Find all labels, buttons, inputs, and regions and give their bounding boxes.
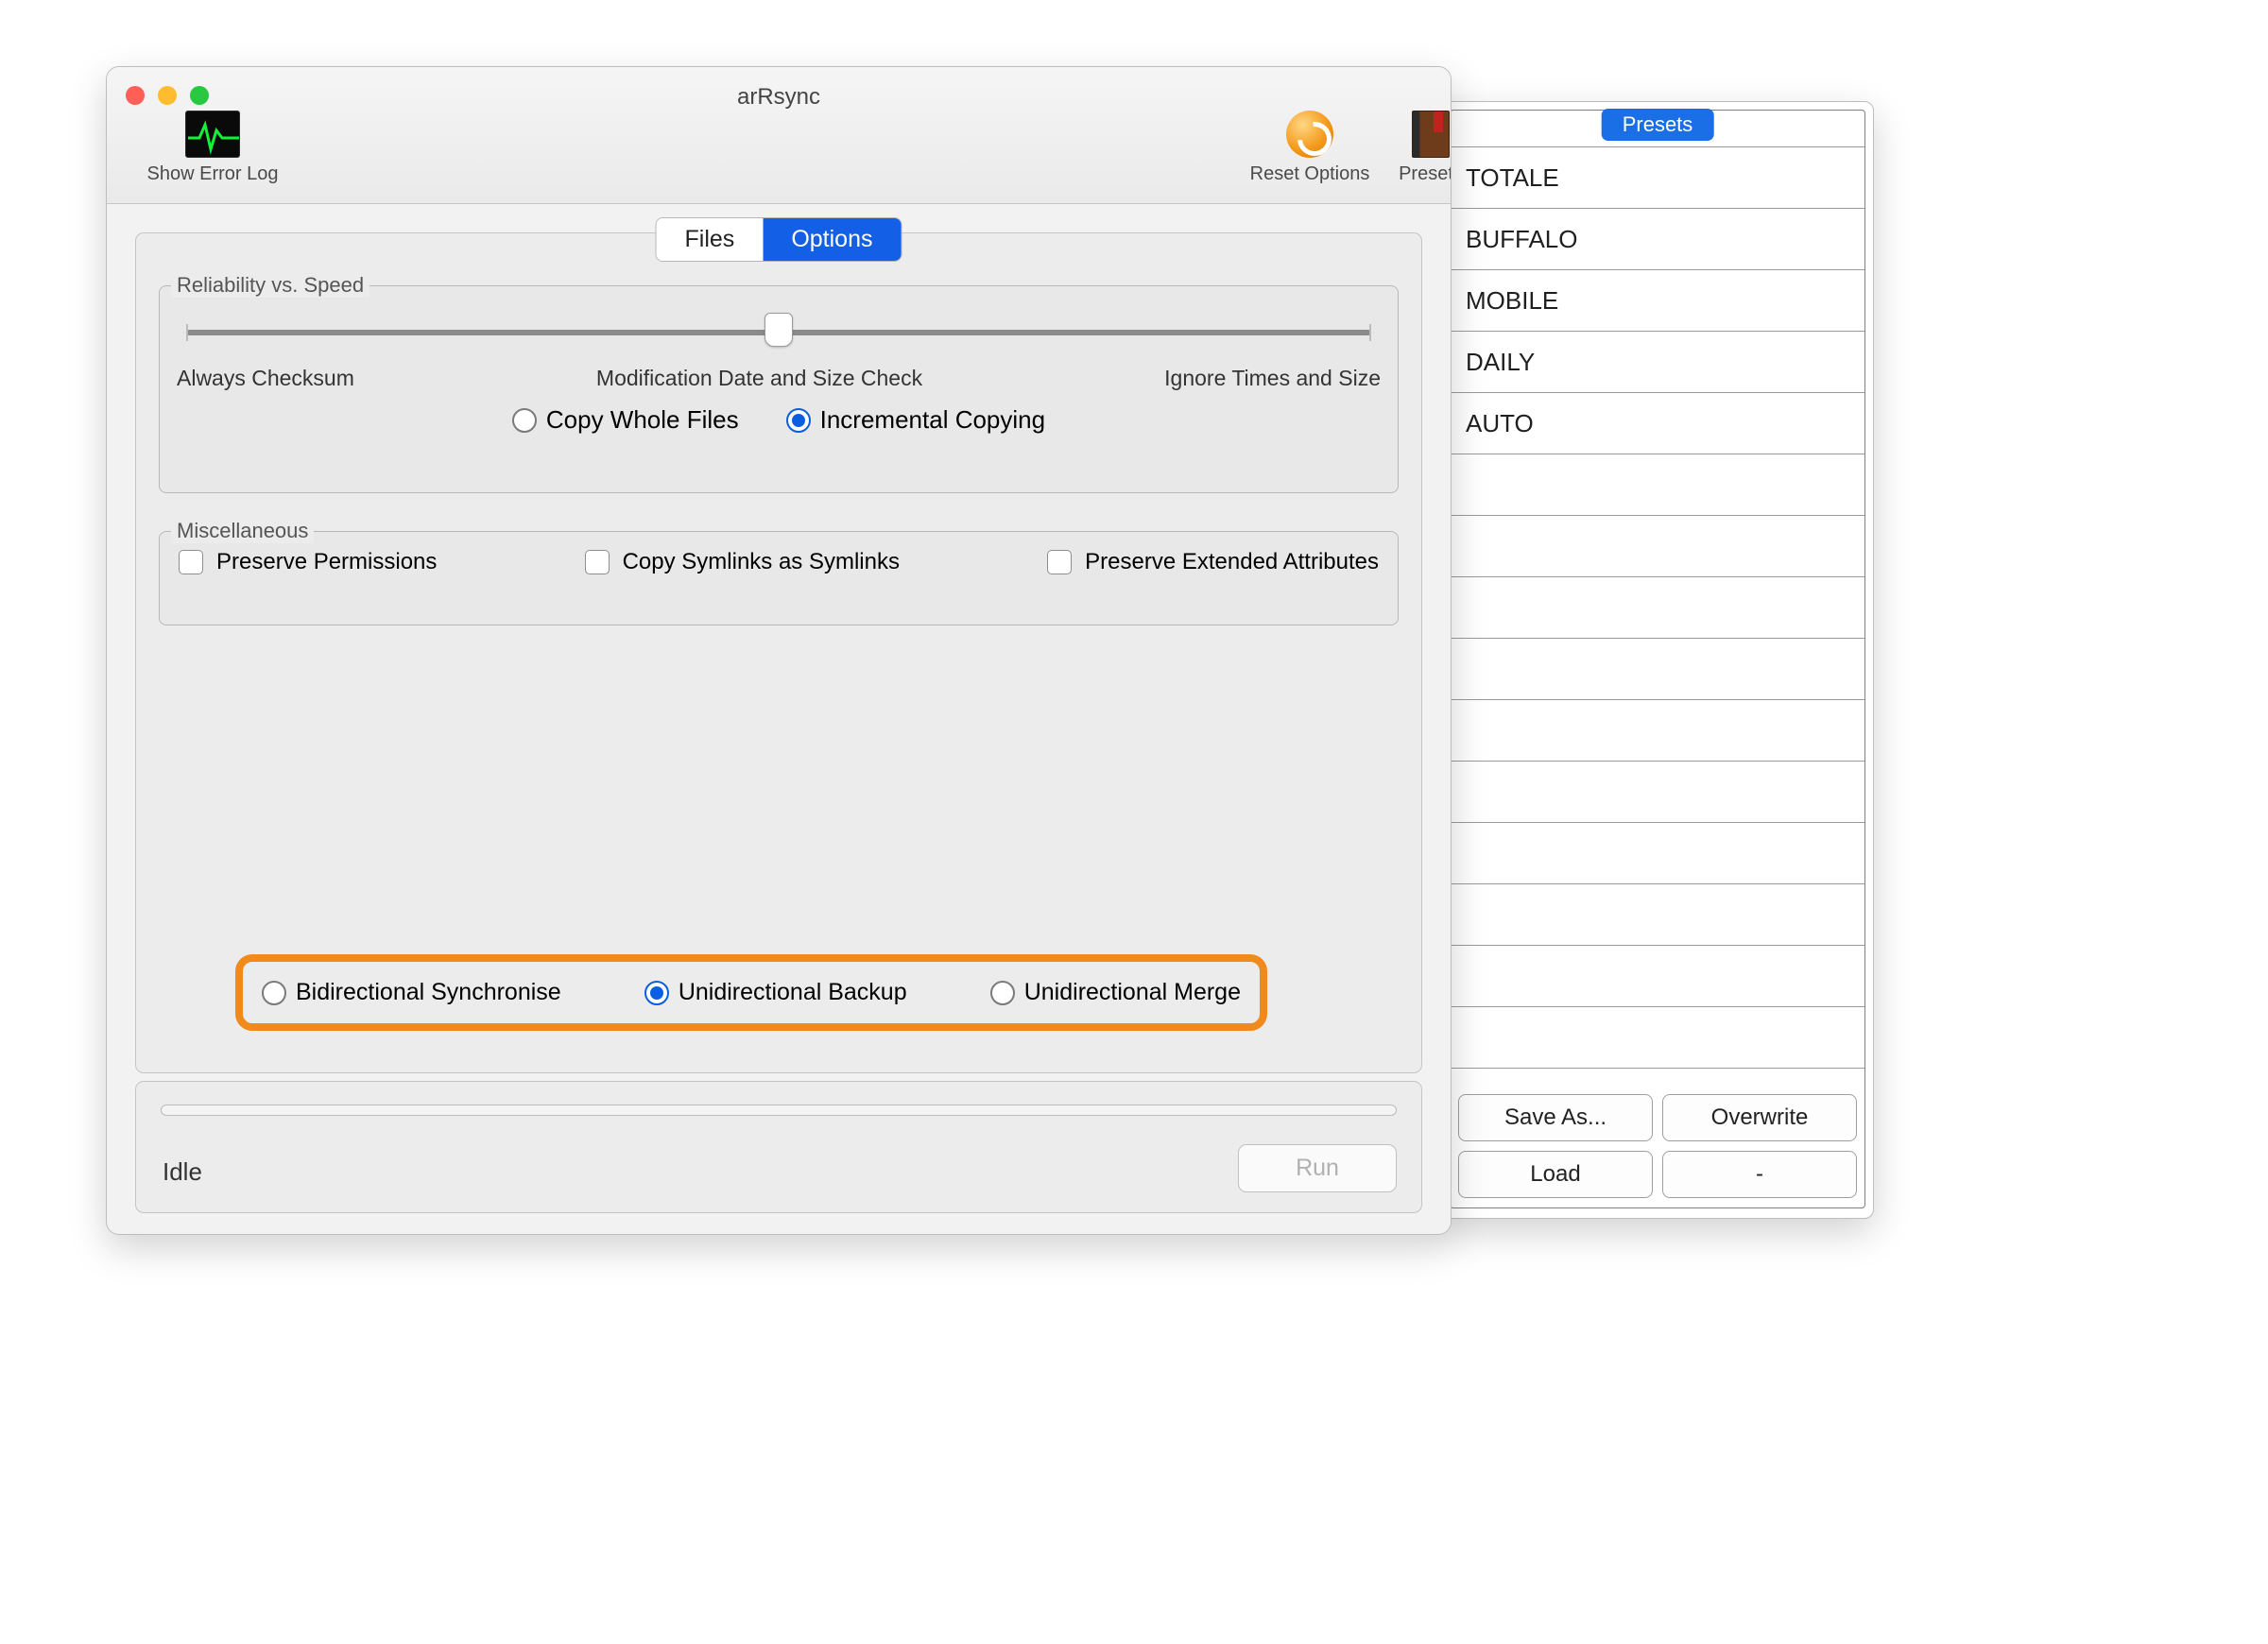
preset-item[interactable] xyxy=(1451,884,1864,946)
delete-button[interactable]: - xyxy=(1662,1151,1857,1198)
preset-item[interactable] xyxy=(1451,454,1864,516)
preset-item[interactable] xyxy=(1451,639,1864,700)
preset-item[interactable]: MOBILE xyxy=(1451,270,1864,332)
presets-panel-title: Presets xyxy=(1602,109,1714,141)
check-copy-symlinks[interactable]: Copy Symlinks as Symlinks xyxy=(585,549,900,575)
preset-item[interactable] xyxy=(1451,516,1864,577)
preset-item[interactable]: TOTALE xyxy=(1451,147,1864,209)
tab-options[interactable]: Options xyxy=(763,218,901,261)
progress-bar xyxy=(161,1105,1397,1116)
reset-options-button[interactable]: Reset Options xyxy=(1229,111,1390,185)
save-as-button[interactable]: Save As... xyxy=(1458,1094,1653,1141)
tab-files[interactable]: Files xyxy=(657,218,764,261)
preset-item[interactable]: BUFFALO xyxy=(1451,209,1864,270)
misc-legend: Miscellaneous xyxy=(171,519,314,543)
slider-label-right: Ignore Times and Size xyxy=(1164,366,1381,391)
presets-button[interactable]: Presets xyxy=(1379,111,1452,185)
reset-icon xyxy=(1286,111,1333,158)
radio-unidirectional-backup[interactable]: Unidirectional Backup xyxy=(644,979,907,1006)
heartbeat-icon xyxy=(185,111,240,158)
radio-bidirectional[interactable]: Bidirectional Synchronise xyxy=(262,979,561,1006)
preset-item[interactable] xyxy=(1451,577,1864,639)
book-icon xyxy=(1412,111,1450,158)
slider-label-left: Always Checksum xyxy=(177,366,354,391)
radio-unidirectional-merge[interactable]: Unidirectional Merge xyxy=(990,979,1241,1006)
preset-item[interactable] xyxy=(1451,762,1864,823)
tab-strip: Files Options xyxy=(656,217,902,262)
slider-label-mid: Modification Date and Size Check xyxy=(596,366,922,391)
preset-item[interactable] xyxy=(1451,1007,1864,1069)
show-error-log-button[interactable]: Show Error Log xyxy=(118,111,307,185)
load-button[interactable]: Load xyxy=(1458,1151,1653,1198)
preset-item[interactable] xyxy=(1451,946,1864,1007)
window-title: arRsync xyxy=(107,84,1451,111)
preset-item[interactable]: DAILY xyxy=(1451,332,1864,393)
status-label: Idle xyxy=(163,1157,202,1187)
run-button[interactable]: Run xyxy=(1238,1144,1397,1192)
presets-panel: Presets TOTALE BUFFALO MOBILE DAILY AUTO xyxy=(1441,101,1874,1219)
main-window: arRsync Show Error Log Reset Options Pre… xyxy=(106,66,1452,1235)
check-preserve-xattr[interactable]: Preserve Extended Attributes xyxy=(1047,549,1379,575)
presets-list[interactable]: TOTALE BUFFALO MOBILE DAILY AUTO xyxy=(1451,146,1864,1087)
sync-mode-highlight: Bidirectional Synchronise Unidirectional… xyxy=(235,954,1267,1031)
preset-item[interactable] xyxy=(1451,700,1864,762)
titlebar: arRsync Show Error Log Reset Options Pre… xyxy=(107,67,1451,204)
progress-area: Idle Run xyxy=(135,1081,1422,1213)
preset-item[interactable] xyxy=(1451,823,1864,884)
radio-incremental[interactable]: Incremental Copying xyxy=(786,405,1045,435)
reliability-legend: Reliability vs. Speed xyxy=(171,273,369,298)
slider-thumb[interactable] xyxy=(765,313,793,347)
overwrite-button[interactable]: Overwrite xyxy=(1662,1094,1857,1141)
preset-item[interactable]: AUTO xyxy=(1451,393,1864,454)
radio-copy-whole[interactable]: Copy Whole Files xyxy=(512,405,739,435)
check-preserve-permissions[interactable]: Preserve Permissions xyxy=(179,549,437,575)
